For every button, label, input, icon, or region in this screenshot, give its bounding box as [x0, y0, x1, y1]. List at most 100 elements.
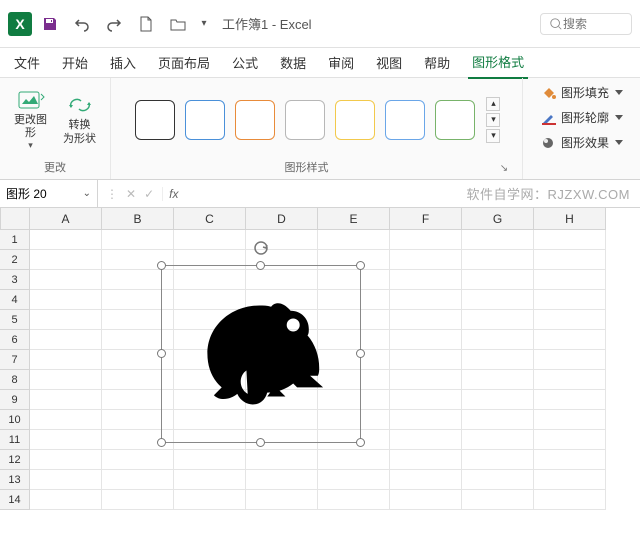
cell[interactable] — [534, 490, 606, 510]
cell[interactable] — [390, 470, 462, 490]
cell[interactable] — [534, 410, 606, 430]
shape-selection[interactable] — [161, 265, 361, 443]
cell[interactable] — [462, 430, 534, 450]
shape-fill-button[interactable]: 图形填充 — [537, 82, 626, 103]
cell[interactable] — [462, 470, 534, 490]
convert-to-shape-button[interactable]: 转换 为形状 — [57, 84, 102, 156]
cell[interactable] — [534, 390, 606, 410]
redo-button[interactable] — [100, 10, 128, 38]
cell[interactable] — [30, 330, 102, 350]
styles-dialog-launcher[interactable]: ↘ — [494, 159, 514, 177]
cell[interactable] — [462, 270, 534, 290]
column-header[interactable]: A — [30, 208, 102, 230]
frog-icon[interactable] — [197, 291, 327, 411]
column-header[interactable]: B — [102, 208, 174, 230]
cell[interactable] — [534, 310, 606, 330]
resize-handle-bm[interactable] — [256, 438, 265, 447]
change-graphic-button[interactable]: 更改图 形 ▾ — [8, 84, 53, 156]
row-header[interactable]: 7 — [0, 350, 30, 370]
cell[interactable] — [102, 450, 174, 470]
cell[interactable] — [246, 450, 318, 470]
cell[interactable] — [390, 450, 462, 470]
tab-layout[interactable]: 页面布局 — [154, 47, 214, 78]
row-header[interactable]: 1 — [0, 230, 30, 250]
cell[interactable] — [318, 470, 390, 490]
cell[interactable] — [390, 230, 462, 250]
tab-review[interactable]: 审阅 — [324, 47, 358, 78]
cell[interactable] — [462, 370, 534, 390]
cell[interactable] — [390, 330, 462, 350]
cell[interactable] — [462, 410, 534, 430]
search-input[interactable] — [563, 17, 623, 31]
cell[interactable] — [534, 250, 606, 270]
shape-effects-button[interactable]: 图形效果 — [537, 132, 626, 153]
cell[interactable] — [318, 230, 390, 250]
cell[interactable] — [390, 390, 462, 410]
fx-icon[interactable]: fx — [163, 187, 184, 201]
shape-style-7[interactable] — [435, 100, 475, 140]
styles-gallery-up-button[interactable]: ▴ — [486, 97, 500, 111]
cell[interactable] — [30, 270, 102, 290]
row-header[interactable]: 12 — [0, 450, 30, 470]
cell[interactable] — [390, 490, 462, 510]
undo-button[interactable] — [68, 10, 96, 38]
tab-file[interactable]: 文件 — [10, 47, 44, 78]
formula-bar-expand-icon[interactable]: ⋮ — [106, 187, 118, 201]
cell[interactable] — [462, 230, 534, 250]
row-header[interactable]: 8 — [0, 370, 30, 390]
select-all-corner[interactable] — [0, 208, 30, 230]
save-button[interactable] — [36, 10, 64, 38]
styles-gallery-down-button[interactable]: ▾ — [486, 113, 500, 127]
cell[interactable] — [30, 490, 102, 510]
row-header[interactable]: 14 — [0, 490, 30, 510]
cell[interactable] — [30, 410, 102, 430]
cell[interactable] — [390, 350, 462, 370]
cells-area[interactable] — [30, 230, 606, 510]
cell[interactable] — [390, 250, 462, 270]
shape-style-5[interactable] — [335, 100, 375, 140]
row-header[interactable]: 11 — [0, 430, 30, 450]
cell[interactable] — [30, 470, 102, 490]
name-box-dropdown[interactable]: ⌄ — [83, 188, 91, 199]
cell[interactable] — [462, 350, 534, 370]
new-button[interactable] — [132, 10, 160, 38]
resize-handle-tr[interactable] — [356, 261, 365, 270]
cell[interactable] — [318, 490, 390, 510]
cell[interactable] — [174, 470, 246, 490]
cell[interactable] — [318, 450, 390, 470]
cell[interactable] — [30, 430, 102, 450]
row-header[interactable]: 5 — [0, 310, 30, 330]
open-button[interactable] — [164, 10, 192, 38]
cell[interactable] — [390, 430, 462, 450]
qat-customize-button[interactable]: ▾ — [196, 10, 212, 38]
tab-shape-format[interactable]: 图形格式 — [468, 46, 528, 79]
row-header[interactable]: 6 — [0, 330, 30, 350]
column-header[interactable]: C — [174, 208, 246, 230]
shape-style-2[interactable] — [185, 100, 225, 140]
rotate-handle[interactable] — [251, 238, 271, 258]
tab-help[interactable]: 帮助 — [420, 47, 454, 78]
cell[interactable] — [390, 270, 462, 290]
cell[interactable] — [30, 250, 102, 270]
cell[interactable] — [246, 470, 318, 490]
cell[interactable] — [534, 370, 606, 390]
cell[interactable] — [462, 250, 534, 270]
cell[interactable] — [534, 230, 606, 250]
cell[interactable] — [102, 470, 174, 490]
cancel-formula-button[interactable]: ✕ — [126, 187, 136, 201]
name-box[interactable]: ⌄ — [0, 180, 98, 207]
cell[interactable] — [30, 390, 102, 410]
cell[interactable] — [534, 470, 606, 490]
shape-style-6[interactable] — [385, 100, 425, 140]
row-header[interactable]: 2 — [0, 250, 30, 270]
cell[interactable] — [462, 290, 534, 310]
cell[interactable] — [534, 270, 606, 290]
column-header[interactable]: F — [390, 208, 462, 230]
shape-style-4[interactable] — [285, 100, 325, 140]
cell[interactable] — [462, 490, 534, 510]
shape-style-3[interactable] — [235, 100, 275, 140]
name-box-input[interactable] — [6, 187, 66, 201]
resize-handle-ml[interactable] — [157, 349, 166, 358]
cell[interactable] — [534, 430, 606, 450]
tab-home[interactable]: 开始 — [58, 47, 92, 78]
